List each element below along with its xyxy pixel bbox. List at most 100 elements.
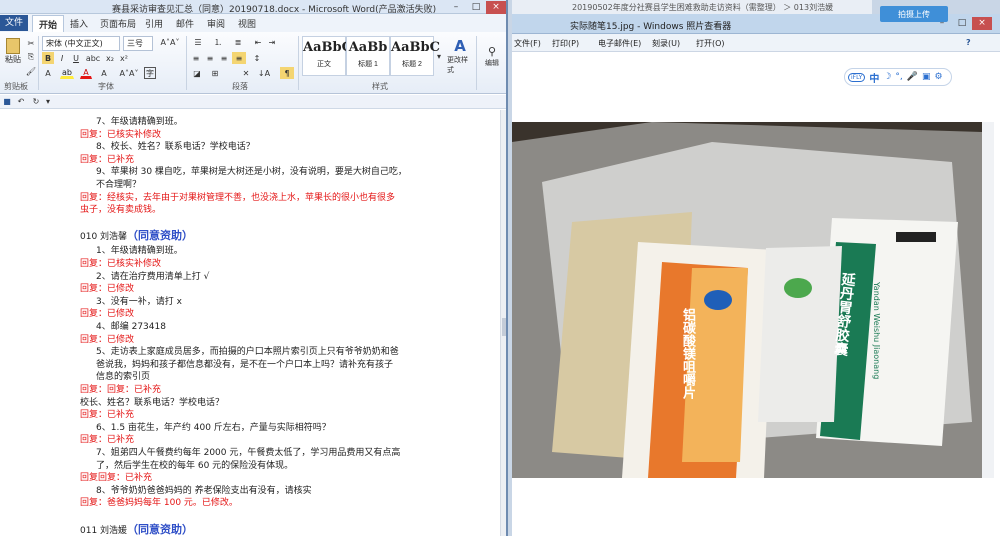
tab-file[interactable]: 文件 — [0, 15, 28, 31]
style-heading-2[interactable]: AaBbC 标题 2 — [390, 36, 440, 76]
increase-indent-icon[interactable]: ⇥ — [266, 36, 278, 48]
strikethrough-button[interactable]: abc — [86, 52, 100, 64]
question-line[interactable]: 010 刘浩馨（同意资助） — [80, 227, 193, 243]
char-shading-icon[interactable]: A — [98, 67, 110, 79]
vertical-scrollbar[interactable] — [500, 110, 506, 536]
menu-print[interactable]: 打印(P) — [552, 38, 579, 49]
question-line[interactable]: 6、1.5 亩花生，年产约 400 斤左右，产量与实际相符吗？ — [96, 420, 331, 433]
tab-page-layout[interactable]: 页面布局 — [100, 17, 136, 30]
reply-line[interactable]: 回复：已修改 — [80, 332, 134, 345]
bold-button[interactable]: B — [42, 52, 54, 64]
line-spacing-icon[interactable]: ↕ — [250, 52, 264, 64]
align-left-icon[interactable]: ≡ — [190, 52, 202, 64]
tab-insert[interactable]: 插入 — [70, 17, 88, 30]
question-line[interactable]: 2、请在治疗费用清单上打 √ — [96, 269, 209, 282]
paste-button[interactable]: 粘贴 — [2, 36, 24, 66]
reply-line[interactable]: 回复：已修改 — [80, 306, 134, 319]
style-normal[interactable]: AaBbC 正文 — [302, 36, 352, 76]
reply-line[interactable]: 虫子，没有卖成钱。 — [80, 202, 161, 215]
question-line[interactable]: 爸说我，妈妈和孩子都信息都没有，是不在一个户口本上吗？请补充有孩子 — [96, 357, 393, 370]
question-line[interactable]: 3、没有一补，请打 x — [96, 294, 182, 307]
tab-view[interactable]: 视图 — [238, 17, 256, 30]
gear-icon[interactable]: ⚙ — [935, 72, 943, 82]
menu-file[interactable]: 文件(F) — [514, 38, 541, 49]
justify-icon[interactable]: ≡ — [232, 52, 246, 64]
question-line[interactable]: 了，然后学生在校的每年 60 元的保险没有体现。 — [96, 458, 293, 471]
menu-burn[interactable]: 刻录(U) — [652, 38, 680, 49]
font-name-select[interactable]: 宋体 (中文正文) — [42, 36, 120, 51]
question-line[interactable]: 5、走访表上家庭成员居多，而拍摄的户口本照片索引页上只有爷爷奶奶和爸 — [96, 344, 399, 357]
reply-line[interactable]: 回复：经核实，去年由于对果树管理不善，也没浇上水，苹果长的很小也有很多 — [80, 190, 395, 203]
question-line[interactable]: 4、邮编 273418 — [96, 319, 166, 332]
reply-line[interactable]: 回复：已修改 — [80, 281, 134, 294]
minimize-button[interactable]: – — [446, 1, 466, 14]
moon-icon[interactable]: ☽ — [883, 72, 891, 82]
highlight-icon[interactable]: ab — [60, 67, 74, 79]
sort-icon[interactable]: ↓A — [258, 67, 270, 79]
help-icon[interactable]: ? — [966, 38, 971, 47]
keyboard-icon[interactable]: ▣ — [922, 72, 931, 82]
italic-button[interactable]: I — [56, 52, 68, 64]
superscript-button[interactable]: x² — [118, 52, 130, 64]
tab-review[interactable]: 审阅 — [207, 17, 225, 30]
format-painter-icon[interactable]: 🖌 — [26, 66, 36, 76]
enclose-char-icon[interactable]: 字 — [144, 67, 156, 79]
show-marks-icon[interactable]: ¶ — [280, 67, 294, 79]
reply-line[interactable]: 回复回复：已补充 — [80, 470, 152, 483]
tab-references[interactable]: 引用 — [145, 17, 163, 30]
reply-line[interactable]: 回复：爸爸妈妈每年 100 元。已修改。 — [80, 495, 238, 508]
reply-line[interactable]: 回复：已补充 — [80, 432, 134, 445]
redo-icon[interactable]: ↻ — [30, 96, 42, 107]
edit-button[interactable]: ⚲ 编辑 — [480, 36, 504, 76]
customize-qat-icon[interactable]: ▾ — [44, 96, 52, 107]
document-body[interactable]: 7、年级请精确到班。 回复：已核实补修改 8、校长、姓名？联系电话？学校电话？ 回复：… — [0, 110, 500, 536]
reply-line[interactable]: 回复：已补充 — [80, 407, 134, 420]
change-styles-button[interactable]: A 更改样式 — [446, 36, 474, 76]
numbering-icon[interactable]: ⒈ — [210, 36, 226, 48]
cut-icon[interactable]: ✂ — [26, 38, 36, 48]
copy-icon[interactable]: ⎘ — [26, 52, 36, 62]
text-effects-icon[interactable]: A — [42, 67, 54, 79]
save-icon[interactable]: ■ — [2, 96, 12, 107]
question-line[interactable]: 7、姐弟四人午餐费约每年 2000 元，午餐费太低了，学习用品费用又有点高 — [96, 445, 400, 458]
upload-button[interactable]: 拍摄上传 — [880, 6, 948, 22]
close-button[interactable]: × — [972, 17, 992, 30]
reply-line[interactable]: 回复：已核实补修改 — [80, 127, 161, 140]
maximize-button[interactable]: □ — [952, 17, 972, 30]
question-line[interactable]: 011 刘浩媛（同意资助） — [80, 521, 193, 536]
menu-open[interactable]: 打开(O) — [696, 38, 725, 49]
viewer-scrollbar[interactable] — [982, 122, 994, 478]
scrollbar-thumb[interactable] — [502, 318, 506, 336]
multilevel-list-icon[interactable]: ≣ — [230, 36, 246, 48]
question-line[interactable]: 1、年级请精确到班。 — [96, 243, 183, 256]
decrease-indent-icon[interactable]: ⇤ — [252, 36, 264, 48]
question-line[interactable]: 7、年级请精确到班。 — [96, 114, 183, 127]
tab-mailings[interactable]: 邮件 — [176, 17, 194, 30]
question-line[interactable]: 校长、姓名？联系电话？学校电话？ — [80, 395, 224, 408]
font-size-select[interactable]: 三号 — [123, 36, 153, 51]
reply-line[interactable]: 回复：已核实补修改 — [80, 256, 161, 269]
borders-icon[interactable]: ⊞ — [208, 67, 222, 79]
question-line[interactable]: 不合理啊？ — [96, 177, 141, 190]
ime-toolbar[interactable]: iFLY 中 ☽ °, 🎤 ▣ ⚙ — [844, 68, 952, 86]
style-heading-1[interactable]: AaBb 标题 1 — [346, 36, 390, 76]
menu-email[interactable]: 电子邮件(E) — [598, 38, 641, 49]
question-line[interactable]: 9、苹果树 30 棵自吃，苹果树是大树还是小树，没有说明，要是大树自己吃， — [96, 164, 407, 177]
question-line[interactable]: 信息的索引页 — [96, 369, 150, 382]
undo-icon[interactable]: ↶ — [14, 96, 28, 107]
underline-button[interactable]: U — [70, 52, 82, 64]
align-right-icon[interactable]: ≡ — [218, 52, 230, 64]
question-line[interactable]: 8、爷爷奶奶爸爸妈妈的 养老保险支出有没有，请核实 — [96, 483, 312, 496]
asian-layout-icon[interactable]: ✕ — [240, 67, 252, 79]
microphone-icon[interactable]: 🎤 — [907, 72, 918, 82]
shading-icon[interactable]: ◪ — [190, 67, 204, 79]
bullets-icon[interactable]: ☰ — [190, 36, 206, 48]
reply-line[interactable]: 回复：回复：已补充 — [80, 382, 161, 395]
question-line[interactable]: 8、校长、姓名？联系电话？学校电话？ — [96, 139, 255, 152]
subscript-button[interactable]: x₂ — [104, 52, 116, 64]
char-scale-icon[interactable]: A˄A˅ — [118, 67, 140, 79]
align-center-icon[interactable]: ≡ — [204, 52, 216, 64]
styles-scroll-icon[interactable]: ▾ — [434, 36, 444, 76]
reply-line[interactable]: 回复：已补充 — [80, 152, 134, 165]
ime-mode[interactable]: 中 — [869, 70, 879, 85]
